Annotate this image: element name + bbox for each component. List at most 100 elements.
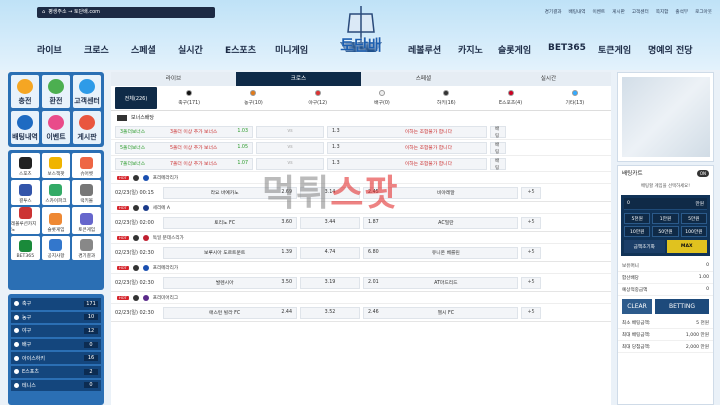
game-menu-item[interactable]: 슬롯게임 xyxy=(41,206,71,234)
reset-amount-button[interactable]: 금액초기화 xyxy=(624,240,665,253)
sport-filter[interactable]: 배구(0) xyxy=(350,90,414,106)
game-menu-item[interactable]: 스카이파크 xyxy=(41,179,71,205)
bet-button[interactable]: 배팅 xyxy=(490,141,506,155)
sport-ball-icon xyxy=(14,355,19,361)
nav-item[interactable]: 크로스 xyxy=(84,43,131,57)
home-odds-button[interactable]: 보루시아 도르트문트 1.39 xyxy=(163,246,297,259)
game-menu-item[interactable]: 레볼루션카지노 xyxy=(11,206,40,234)
amount-chip[interactable]: 10만원 xyxy=(624,226,651,237)
sport-filter[interactable]: 야구(12) xyxy=(286,90,350,106)
tab-2[interactable]: 스페셜 xyxy=(361,72,486,86)
nav-item[interactable]: 카지노 xyxy=(458,43,498,57)
game-menu-item[interactable]: 결투스 xyxy=(11,179,40,205)
nav-item[interactable]: 레볼루션 xyxy=(408,43,458,57)
more-markets-button[interactable]: +5 xyxy=(521,186,541,199)
util-link[interactable]: 게시판 xyxy=(612,9,625,15)
nav-item[interactable]: 토큰게임 xyxy=(598,43,648,57)
draw-odds-button[interactable]: 4.74 xyxy=(300,246,360,259)
bet-button[interactable]: 배팅 xyxy=(490,157,506,171)
sport-list-item[interactable]: 농구 10 xyxy=(11,311,101,324)
tab-0[interactable]: 라이브 xyxy=(111,72,236,86)
game-menu: 스포츠 보스잭팟 슈어벳결투스 스카이파크 럭키볼레볼루션카지노 슬롯게임 토큰게임 BET3… xyxy=(8,150,104,290)
util-link[interactable]: 로그아웃 xyxy=(695,9,712,15)
nav-item[interactable]: 스페셜 xyxy=(131,43,178,57)
util-link[interactable]: 경기결과 xyxy=(545,9,562,15)
more-markets-button[interactable]: +5 xyxy=(521,306,541,319)
game-menu-item[interactable]: 공지사항 xyxy=(41,235,71,261)
sport-filter[interactable]: 농구(10) xyxy=(221,90,285,106)
sport-list-item[interactable]: 테니스 0 xyxy=(11,379,101,392)
draw-odds-button[interactable]: 3.52 xyxy=(300,306,360,319)
game-menu-item[interactable]: BET365 xyxy=(11,235,40,261)
game-menu-item[interactable]: 슈어벳 xyxy=(72,153,101,178)
sport-list-item[interactable]: 아이스하키 16 xyxy=(11,352,101,364)
more-markets-button[interactable]: +5 xyxy=(521,216,541,229)
expect-value: 0 xyxy=(706,287,709,292)
clear-button[interactable]: CLEAR xyxy=(622,299,652,314)
util-link[interactable]: 고객센터 xyxy=(632,9,649,15)
soccer-ball-icon xyxy=(132,234,139,241)
away-odds-button[interactable]: 2.01 AT마드리드 xyxy=(363,276,518,289)
game-menu-item[interactable]: 스포츠 xyxy=(11,153,40,178)
away-odds-button[interactable]: 6.80 유니온 베를린 xyxy=(363,246,518,259)
toggle-switch[interactable]: ON xyxy=(696,169,709,177)
nav-item[interactable]: 라이브 xyxy=(37,43,84,57)
nav-item[interactable]: 명예의 전당 xyxy=(648,43,708,57)
quick-menu-item[interactable]: 배팅내역 xyxy=(11,111,39,144)
amount-chip[interactable]: 5만원 xyxy=(680,213,707,224)
sport-list-item[interactable]: 야구 12 xyxy=(11,325,101,337)
tab-3[interactable]: 실시간 xyxy=(486,72,611,86)
sport-filter[interactable]: 기타(13) xyxy=(543,90,607,106)
hot-badge: HOT xyxy=(117,175,129,180)
game-menu-item[interactable]: 토큰게임 xyxy=(72,206,101,234)
amount-chip[interactable]: 1만원 xyxy=(652,213,679,224)
bonus-home-cell[interactable]: 3폴더보너스 3폴더 이상 추가 보너스 1.03 xyxy=(115,125,253,138)
more-markets-button[interactable]: +5 xyxy=(521,276,541,289)
sport-list-item[interactable]: 축구 171 xyxy=(11,298,101,310)
home-odds-button[interactable]: 토리노 FC 3.60 xyxy=(163,216,297,229)
max-button[interactable]: MAX xyxy=(666,240,707,253)
quick-menu-item[interactable]: 고객센터 xyxy=(73,75,101,108)
nav-item[interactable]: 실시간 xyxy=(178,43,225,57)
nav-item[interactable]: E스포츠 xyxy=(225,43,275,57)
game-menu-item[interactable]: 경기결과 xyxy=(72,235,101,261)
util-link[interactable]: 이벤트 xyxy=(592,9,605,15)
quick-menu-item[interactable]: 게시판 xyxy=(73,111,101,144)
sport-filter[interactable]: 하키(16) xyxy=(414,90,478,106)
quick-menu-item[interactable]: 충전 xyxy=(11,75,39,108)
amount-row[interactable]: 0 만원 xyxy=(624,198,707,210)
amount-chip[interactable]: 5천원 xyxy=(624,213,651,224)
away-odds-button[interactable]: 2.46 첼시 FC xyxy=(363,306,518,319)
nav-item[interactable]: 슬롯게임 xyxy=(498,43,548,57)
tab-1[interactable]: 크로스 xyxy=(236,72,361,86)
amount-chip[interactable]: 50만원 xyxy=(652,226,679,237)
draw-odds-button[interactable]: 3.44 xyxy=(300,216,360,229)
sport-list-item[interactable]: E스포츠 2 xyxy=(11,365,101,378)
bonus-home-cell[interactable]: 5폴더보너스 5폴더 이상 추가 보너스 1.05 xyxy=(115,141,253,154)
amount-chip[interactable]: 100만원 xyxy=(680,226,707,237)
draw-odds-button[interactable]: 3.19 xyxy=(300,276,360,289)
game-menu-item[interactable]: 럭키볼 xyxy=(72,179,101,205)
bet-button[interactable]: 배팅 xyxy=(490,125,506,139)
quick-menu-item[interactable]: 환전 xyxy=(42,75,70,108)
sport-filter[interactable]: E스포츠(4) xyxy=(478,90,542,106)
util-links: 경기결과 배팅내역 이벤트 게시판 고객센터 쪽지함 출석부 로그아웃 xyxy=(545,9,712,15)
util-link[interactable]: 출석부 xyxy=(675,9,688,15)
home-odds-button[interactable]: 발렌시아 3.50 xyxy=(163,276,297,289)
bonus-home-cell[interactable]: 7폴더보너스 7폴더 이상 추가 보너스 1.07 xyxy=(115,157,253,170)
util-link[interactable]: 배팅내역 xyxy=(569,9,586,15)
quick-menu-item[interactable]: 이벤트 xyxy=(42,111,70,144)
game-menu-item[interactable]: 보스잭팟 xyxy=(41,153,71,178)
bonus-vs: vs xyxy=(256,125,324,138)
away-odds-button[interactable]: 1.87 AC밀란 xyxy=(363,216,518,229)
sport-list-item[interactable]: 배구 0 xyxy=(11,338,101,351)
util-link[interactable]: 쪽지함 xyxy=(656,9,669,15)
nav-item[interactable]: BET365 xyxy=(548,43,598,57)
nav-item[interactable]: 미니게임 xyxy=(275,43,335,57)
more-markets-button[interactable]: +5 xyxy=(521,246,541,259)
sport-filter[interactable]: 축구(171) xyxy=(157,90,221,106)
total-odds-row: 합산배당 1.00 xyxy=(618,272,713,284)
home-odds-button[interactable]: 애스턴 빌라 FC 2.44 xyxy=(163,306,297,319)
sport-filter[interactable]: 전체(226) xyxy=(115,87,157,109)
betting-button[interactable]: BETTING xyxy=(655,299,709,314)
